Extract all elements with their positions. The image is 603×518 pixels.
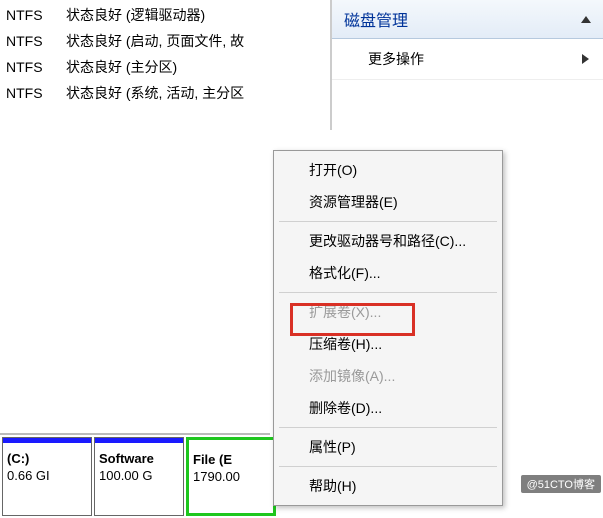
table-row[interactable]: NTFS 状态良好 (逻辑驱动器) [0,2,330,28]
table-row[interactable]: NTFS 状态良好 (启动, 页面文件, 故 [0,28,330,54]
partition-size: 0.66 GI [7,468,87,483]
volume-status: 状态良好 (启动, 页面文件, 故 [60,28,330,54]
menu-add-mirror: 添加镜像(A)... [277,360,499,392]
menu-format[interactable]: 格式化(F)... [277,257,499,289]
volume-status: 状态良好 (系统, 活动, 主分区 [60,80,330,106]
collapse-icon [581,16,591,23]
panel-title: 磁盘管理 [344,7,408,31]
table-row[interactable]: NTFS 状态良好 (主分区) [0,54,330,80]
menu-extend-volume: 扩展卷(X)... [277,296,499,328]
panel-header-disk-management[interactable]: 磁盘管理 [332,0,603,39]
partition-size: 100.00 G [99,468,179,483]
volume-fs: NTFS [0,80,60,106]
partition-size: 1790.00 [193,469,269,484]
menu-help[interactable]: 帮助(H) [277,470,499,502]
more-actions-label: 更多操作 [368,49,424,69]
menu-change-drive-letter[interactable]: 更改驱动器号和路径(C)... [277,225,499,257]
partition-software[interactable]: Software 100.00 G [94,437,184,516]
table-row[interactable]: NTFS 状态良好 (系统, 活动, 主分区 [0,80,330,106]
menu-separator [279,427,497,428]
menu-open[interactable]: 打开(O) [277,154,499,186]
volume-fs: NTFS [0,2,60,28]
partition-name: (C:) [7,451,87,466]
menu-properties[interactable]: 属性(P) [277,431,499,463]
disk-graphical-view: (C:) 0.66 GI Software 100.00 G File (E 1… [0,433,270,518]
volume-status: 状态良好 (逻辑驱动器) [60,2,330,28]
menu-delete-volume[interactable]: 删除卷(D)... [277,392,499,424]
menu-explorer[interactable]: 资源管理器(E) [277,186,499,218]
menu-separator [279,221,497,222]
partition-name: Software [99,451,179,466]
more-actions-item[interactable]: 更多操作 [332,39,603,80]
partition-bar-icon [95,438,183,443]
partition-bar-icon [3,438,91,443]
menu-shrink-volume[interactable]: 压缩卷(H)... [277,328,499,360]
submenu-arrow-icon [582,54,589,64]
watermark: @51CTO博客 [521,475,601,493]
volume-list: NTFS 状态良好 (逻辑驱动器) NTFS 状态良好 (启动, 页面文件, 故… [0,0,331,130]
volume-fs: NTFS [0,28,60,54]
volume-status: 状态良好 (主分区) [60,54,330,80]
menu-separator [279,466,497,467]
partition-c[interactable]: (C:) 0.66 GI [2,437,92,516]
actions-panel: 磁盘管理 更多操作 [331,0,603,130]
partition-file[interactable]: File (E 1790.00 [186,437,276,516]
partition-name: File (E [193,452,269,467]
menu-separator [279,292,497,293]
context-menu: 打开(O) 资源管理器(E) 更改驱动器号和路径(C)... 格式化(F)...… [273,150,503,506]
volume-fs: NTFS [0,54,60,80]
